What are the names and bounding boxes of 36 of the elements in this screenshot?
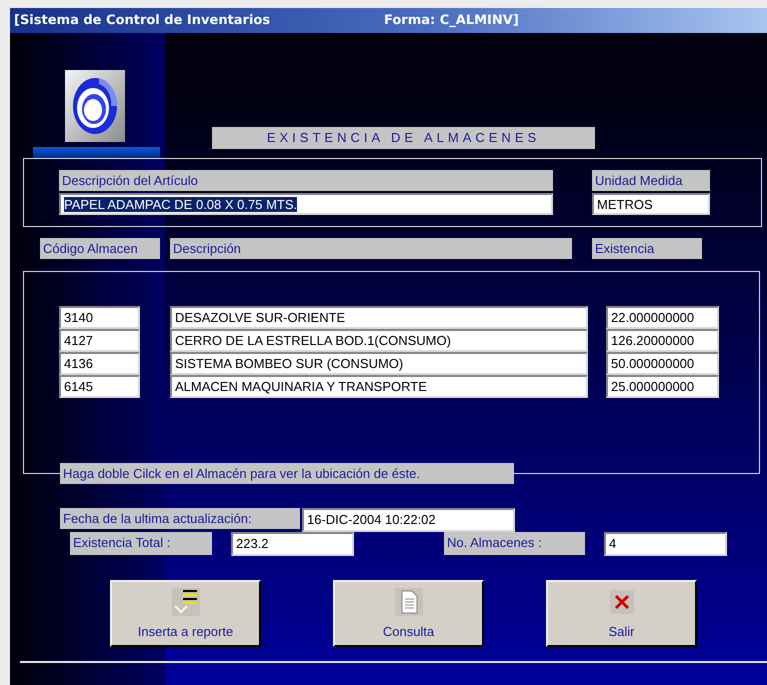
list-icon [172,588,200,616]
column-header: Descripción [170,238,572,259]
document-icon [394,588,422,616]
code-field[interactable]: 6145 [59,375,140,398]
report-button[interactable]: Inserta a reporte [110,580,261,647]
total-label: Existencia Total : [70,532,212,555]
section-heading: EXISTENCIA DE ALMACENES [212,127,595,149]
query-button[interactable]: Consulta [333,580,484,647]
total-field[interactable]: 223.2 [231,532,354,556]
description-field[interactable]: ALMACEN MAQUINARIA Y TRANSPORTE [170,375,588,398]
exit-button[interactable]: Salir [546,580,697,647]
stock-field[interactable]: 126.20000000 [606,329,719,352]
count-label: No. Almacenes : [444,532,585,555]
date-field[interactable]: 16-DIC-2004 10:22:02 [302,508,515,532]
unit-label: Unidad Medida [592,170,710,191]
description-field[interactable]: SISTEMA BOMBEO SUR (CONSUMO) [170,352,588,375]
stock-field[interactable]: 25.000000000 [606,375,719,398]
close-icon [608,588,636,616]
stock-field[interactable]: 50.000000000 [606,352,719,375]
description-field[interactable]: PAPEL ADAMPAC DE 0.08 X 0.75 MTS. [59,193,553,215]
unit-field[interactable]: METROS [592,193,710,215]
date-label: Fecha de la ultima actualización: [60,508,300,529]
code-field[interactable]: 4136 [59,352,140,375]
column-header: Código Almacen [40,238,160,259]
hint-text: Haga doble Cilck en el Almacén para ver la ubicación de éste. [60,463,514,484]
window-title: [Sistema de Control de Inventarios [14,13,272,28]
stock-field[interactable]: 22.000000000 [606,306,719,329]
description-label: Descripción del Artículo [59,170,553,191]
description-field[interactable]: DESAZOLVE SUR-ORIENTE [170,306,588,329]
count-field[interactable]: 4 [604,532,727,556]
form-name: Forma: C_ALMINV] [384,13,519,28]
description-field[interactable]: CERRO DE LA ESTRELLA BOD.1(CONSUMO) [170,329,588,352]
logo-icon [65,70,125,142]
code-field[interactable]: 4127 [59,329,140,352]
code-field[interactable]: 3140 [59,306,140,329]
column-header: Existencia [592,238,702,259]
